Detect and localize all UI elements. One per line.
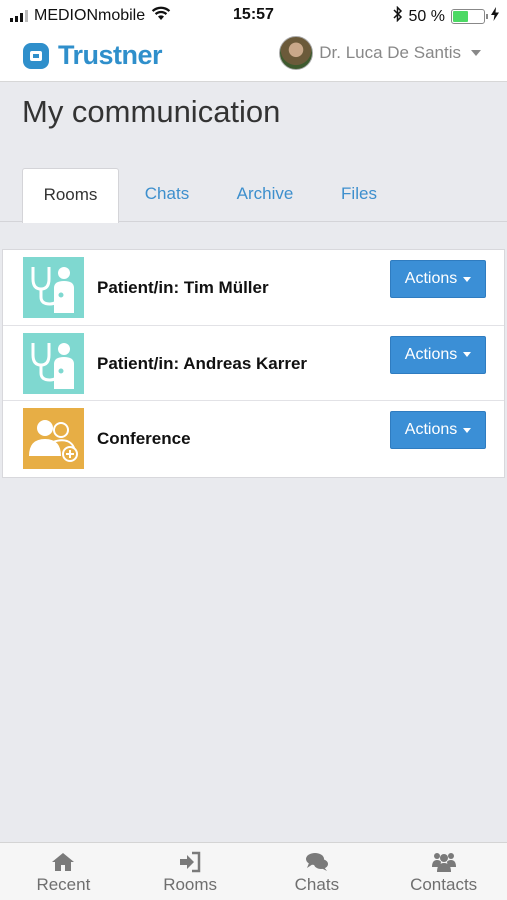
battery-percent: 50 %	[408, 7, 445, 25]
caret-down-icon	[463, 276, 472, 282]
doctor-icon	[23, 257, 84, 318]
avatar	[279, 36, 314, 70]
trustner-logo-icon	[22, 42, 50, 70]
tab-archive[interactable]: Archive	[220, 168, 310, 222]
actions-label: Actions	[404, 421, 458, 438]
nav-label: Recent	[36, 875, 91, 894]
list-item[interactable]: Patient/in: Andreas Karrer Actions	[3, 326, 504, 401]
nav-contacts[interactable]: Contacts	[380, 843, 507, 900]
nav-recent[interactable]: Recent	[0, 843, 127, 900]
user-menu[interactable]: Dr. Luca De Santis	[279, 36, 481, 70]
tab-rooms[interactable]: Rooms	[22, 168, 119, 223]
brand-name: Trustner	[58, 40, 163, 70]
caret-down-icon	[463, 427, 472, 433]
doctor-icon	[23, 332, 84, 394]
tab-chats[interactable]: Chats	[126, 168, 208, 222]
tab-files[interactable]: Files	[322, 168, 396, 222]
battery-icon	[451, 9, 488, 24]
actions-button[interactable]: Actions	[390, 260, 486, 298]
list-item[interactable]: Patient/in: Tim Müller Actions	[3, 250, 504, 326]
actions-label: Actions	[404, 345, 458, 363]
bottom-nav: Recent Rooms Chats Contacts	[0, 842, 507, 900]
group-add-icon	[23, 408, 84, 469]
sign-in-icon	[178, 851, 202, 873]
actions-button[interactable]: Actions	[390, 335, 486, 374]
room-name: Patient/in: Tim Müller	[97, 278, 269, 297]
chevron-down-icon	[471, 50, 481, 56]
room-name: Patient/in: Andreas Karrer	[97, 353, 308, 373]
list-item[interactable]: Conference Actions	[3, 401, 504, 477]
app-header: Trustner Dr. Luca De Santis	[0, 30, 507, 82]
actions-label: Actions	[404, 270, 458, 287]
nav-label: Rooms	[163, 875, 218, 894]
rooms-list: Patient/in: Tim Müller Actions Patient/i…	[2, 249, 505, 478]
room-name: Conference	[97, 429, 191, 448]
tab-bar: Rooms Chats Archive Files	[0, 168, 507, 223]
home-icon	[51, 851, 75, 873]
nav-label: Chats	[294, 875, 340, 894]
page-title: My communication	[22, 94, 281, 129]
status-bar: MEDIONmobile 15:57 50 %	[0, 0, 507, 30]
actions-button[interactable]: Actions	[390, 411, 486, 449]
caret-down-icon	[463, 352, 472, 357]
nav-label: Contacts	[410, 875, 478, 894]
users-icon	[431, 851, 456, 873]
user-name: Dr. Luca De Santis	[319, 43, 461, 62]
bluetooth-icon	[393, 5, 403, 27]
charging-icon	[491, 7, 499, 26]
brand-logo-link[interactable]: Trustner	[22, 40, 163, 71]
nav-rooms[interactable]: Rooms	[127, 843, 254, 900]
nav-chats[interactable]: Chats	[254, 843, 381, 900]
comments-icon	[305, 851, 329, 873]
